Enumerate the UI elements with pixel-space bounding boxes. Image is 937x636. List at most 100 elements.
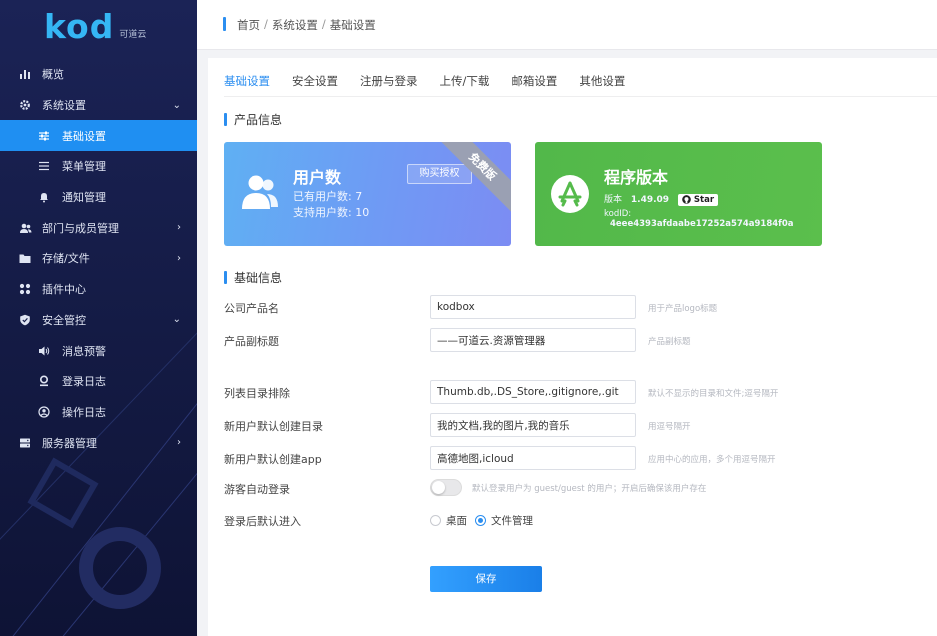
field-label: 列表目录排除 <box>224 387 290 400</box>
sidebar-item-basic-settings[interactable]: 基础设置 <box>0 120 197 152</box>
version-line: 版本 1.49.09 Star <box>604 192 719 206</box>
sidebar-item-label: 操作日志 <box>62 405 106 419</box>
sidebar-item-message-alerts[interactable]: 消息预警 <box>0 335 197 366</box>
field-hint: 用逗号隔开 <box>648 422 691 432</box>
form-row-product-subtitle: 产品副标题 产品副标题 <box>224 328 924 352</box>
version-card: 程序版本 版本 1.49.09 Star kodID: 4eee4393afda… <box>535 142 822 246</box>
sidebar-item-label: 登录日志 <box>62 375 106 389</box>
radio-label: 文件管理 <box>491 515 533 527</box>
form-row-guest-login: 游客自动登录 默认登录用户为 guest/guest 的用户；开启后确保该用户存… <box>224 476 924 500</box>
product-name-input[interactable] <box>430 295 636 319</box>
breadcrumb: 首页 / 系统设置 / 基础设置 <box>237 17 376 33</box>
user-log-icon <box>37 374 51 388</box>
breadcrumb-separator: / <box>264 17 268 31</box>
radio-file-manager[interactable]: 文件管理 <box>475 513 533 528</box>
shield-icon <box>18 313 32 327</box>
tab-security-settings[interactable]: 安全设置 <box>292 58 338 96</box>
field-label: 登录后默认进入 <box>224 515 301 528</box>
sidebar-item-label: 插件中心 <box>42 283 86 297</box>
breadcrumb-system-settings[interactable]: 系统设置 <box>272 17 318 33</box>
form-row-default-entry: 登录后默认进入 桌面 文件管理 <box>224 508 924 532</box>
section-title-basic: 基础信息 <box>224 269 282 286</box>
grid-icon <box>18 282 32 296</box>
sidebar-item-storage-files[interactable]: 存储/文件 › <box>0 243 197 274</box>
field-hint: 默认不显示的目录和文件;逗号隔开 <box>648 389 779 399</box>
field-label: 新用户默认创建目录 <box>224 420 323 433</box>
section-marker <box>224 271 227 284</box>
sidebar-item-label: 部门与成员管理 <box>42 221 119 235</box>
sidebar-item-server-management[interactable]: 服务器管理 › <box>0 427 197 458</box>
exclude-list-input[interactable] <box>430 380 636 404</box>
kodid-label: kodID: <box>604 209 632 219</box>
breadcrumb-home[interactable]: 首页 <box>237 17 260 33</box>
breadcrumb-marker <box>223 17 226 31</box>
tabs-divider <box>224 96 937 97</box>
form-row-default-apps: 新用户默认创建app 应用中心的应用，多个用逗号隔开 <box>224 446 924 470</box>
github-icon <box>682 195 691 204</box>
buy-license-button[interactable]: 购买授权 <box>407 164 472 184</box>
sidebar-item-security-control[interactable]: 安全管控 ⌄ <box>0 305 197 336</box>
default-folders-input[interactable] <box>430 413 636 437</box>
chevron-right-icon: › <box>177 222 181 234</box>
speaker-icon <box>37 344 51 358</box>
sidebar-item-overview[interactable]: 概览 <box>0 59 197 90</box>
sidebar-item-label: 通知管理 <box>62 191 106 205</box>
main-panel: 基础设置 安全设置 注册与登录 上传/下载 邮箱设置 其他设置 产品信息 用户数… <box>208 58 937 636</box>
save-button[interactable]: 保存 <box>430 566 542 592</box>
sidebar-item-departments-members[interactable]: 部门与成员管理 › <box>0 212 197 243</box>
form-row-default-folders: 新用户默认创建目录 用逗号隔开 <box>224 413 924 437</box>
sidebar-item-login-logs[interactable]: 登录日志 <box>0 366 197 397</box>
guest-login-toggle[interactable] <box>430 479 462 496</box>
radio-circle <box>430 515 441 526</box>
users-icon <box>242 175 278 209</box>
chevron-right-icon: › <box>177 252 181 264</box>
sidebar-item-label: 服务器管理 <box>42 436 97 450</box>
sidebar-item-menu-management[interactable]: 菜单管理 <box>0 151 197 182</box>
sidebar-item-plugin-center[interactable]: 插件中心 <box>0 274 197 305</box>
tab-register-login[interactable]: 注册与登录 <box>360 58 418 96</box>
users-card-title: 用户数 <box>293 168 342 187</box>
menu-icon <box>37 159 51 173</box>
bell-icon <box>37 190 51 204</box>
folder-icon <box>18 251 32 265</box>
field-hint: 用于产品logo标题 <box>648 304 718 314</box>
tab-basic-settings[interactable]: 基础设置 <box>224 58 270 96</box>
sidebar-item-label: 消息预警 <box>62 344 106 358</box>
supported-users-count: 支持用户数: 10 <box>293 206 370 219</box>
field-label: 公司产品名 <box>224 302 279 315</box>
sidebar-item-notification-management[interactable]: 通知管理 <box>0 182 197 213</box>
chevron-down-icon: ⌄ <box>172 314 181 326</box>
github-star-label: Star <box>693 194 715 205</box>
version-card-title: 程序版本 <box>604 168 669 187</box>
default-apps-input[interactable] <box>430 446 636 470</box>
chevron-down-icon: ⌄ <box>172 99 181 111</box>
sidebar-item-label: 基础设置 <box>62 129 106 143</box>
form-row-exclude-list: 列表目录排除 默认不显示的目录和文件;逗号隔开 <box>224 380 924 404</box>
users-card: 用户数 已有用户数: 7 支持用户数: 10 购买授权 免费版 <box>224 142 511 246</box>
radio-desktop[interactable]: 桌面 <box>430 513 467 528</box>
sidebar-item-operation-logs[interactable]: 操作日志 <box>0 397 197 428</box>
section-marker <box>224 113 227 126</box>
sidebar-item-system-settings[interactable]: 系统设置 ⌄ <box>0 90 197 121</box>
sidebar-nav: 概览 系统设置 ⌄ 基础设置 菜单管理 通知管理 部门与成员管理 › 存储/文件… <box>0 59 197 458</box>
product-subtitle-input[interactable] <box>430 328 636 352</box>
sidebar-item-label: 存储/文件 <box>42 252 90 266</box>
logo-text: kod <box>44 7 115 46</box>
field-label: 产品副标题 <box>224 335 279 348</box>
form-row-product-name: 公司产品名 用于产品logo标题 <box>224 295 924 319</box>
sidebar: kod 可道云 概览 系统设置 ⌄ 基础设置 菜单管理 通知管理 部门与成员管理… <box>0 0 197 636</box>
breadcrumb-current: 基础设置 <box>329 18 376 32</box>
tab-other-settings[interactable]: 其他设置 <box>579 58 625 96</box>
top-header: 首页 / 系统设置 / 基础设置 <box>197 0 937 50</box>
users-icon <box>18 221 32 235</box>
kodid-line: kodID: 4eee4393afdaabe17252a574a9184f0a <box>604 209 822 229</box>
section-title-text: 基础信息 <box>234 271 283 285</box>
tab-email-settings[interactable]: 邮箱设置 <box>511 58 557 96</box>
tab-upload-download[interactable]: 上传/下载 <box>440 58 490 96</box>
logo[interactable]: kod 可道云 <box>44 8 146 44</box>
app-store-icon <box>551 175 589 213</box>
chart-bar-icon <box>18 67 32 81</box>
existing-users-count: 已有用户数: 7 <box>293 190 363 203</box>
github-star-button[interactable]: Star <box>677 193 719 206</box>
radio-label: 桌面 <box>446 515 467 527</box>
